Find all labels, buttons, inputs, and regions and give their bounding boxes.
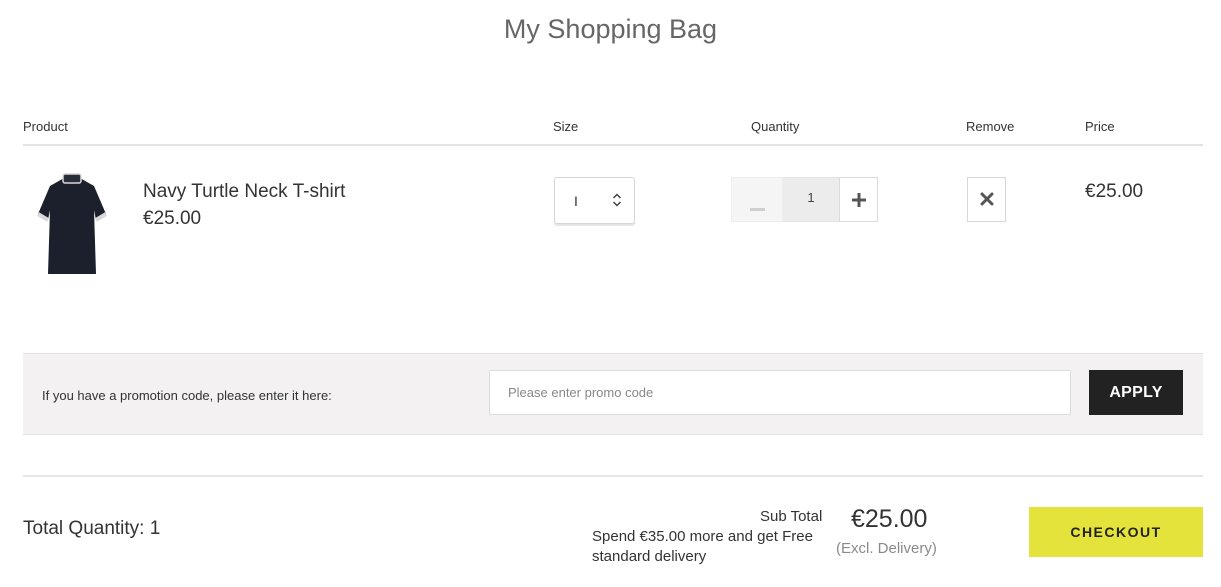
header-product: Product (23, 119, 68, 134)
close-icon (980, 192, 994, 206)
product-unit-price: €25.00 (143, 208, 202, 229)
subtotal-label: Sub Total (760, 508, 823, 525)
size-value: I (574, 193, 578, 209)
page-title: My Shopping Bag (503, 14, 718, 44)
product-image[interactable] (30, 170, 114, 282)
tshirt-icon (36, 173, 108, 274)
checkout-button[interactable]: CHECKOUT (1029, 507, 1203, 557)
minus-icon (750, 208, 765, 211)
plus-icon (852, 193, 866, 207)
header-quantity: Quantity (751, 119, 800, 134)
quantity-value[interactable]: 1 (783, 177, 839, 222)
promo-code-input[interactable] (489, 370, 1071, 415)
total-quantity: Total Quantity: 1 (23, 518, 161, 539)
size-select[interactable]: I (554, 177, 635, 224)
excl-delivery-note: (Excl. Delivery) (836, 540, 937, 557)
apply-promo-button[interactable]: APPLY (1089, 370, 1183, 415)
product-name[interactable]: Navy Turtle Neck T-shirt (143, 181, 345, 203)
cart-table-header: Product Size Quantity Remove Price (23, 118, 1203, 146)
subtotal-value: €25.00 (851, 505, 928, 533)
free-delivery-message: Spend €35.00 more and get Free standard … (592, 528, 813, 565)
summary-divider (23, 475, 1203, 477)
quantity-increase-button[interactable] (839, 177, 878, 222)
remove-item-button[interactable] (967, 177, 1006, 222)
header-remove: Remove (966, 119, 1015, 134)
promo-code-label: If you have a promotion code, please ent… (42, 388, 332, 403)
header-size: Size (553, 119, 579, 134)
quantity-decrease-button[interactable] (731, 177, 783, 222)
chevron-up-down-icon (612, 193, 622, 207)
header-price: Price (1085, 119, 1115, 134)
promo-code-section: If you have a promotion code, please ent… (23, 353, 1203, 435)
line-item-price: €25.00 (1085, 181, 1144, 202)
